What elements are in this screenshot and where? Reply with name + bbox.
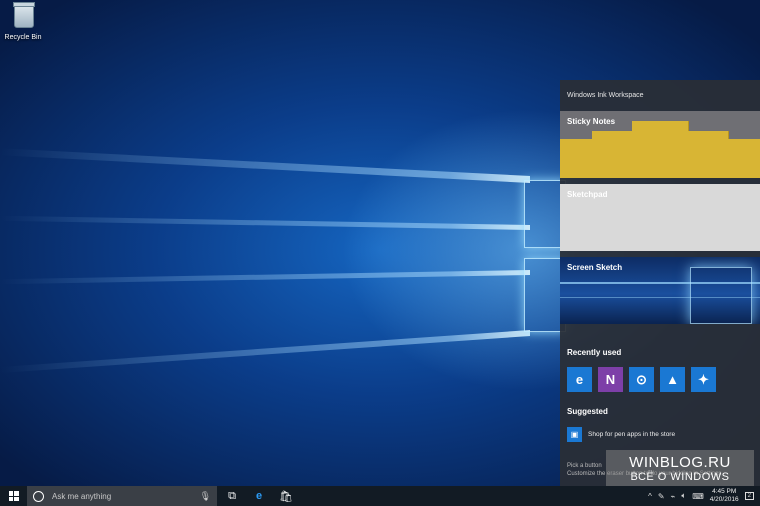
action-center-icon[interactable]: 2 [744,492,754,500]
light-beam [0,215,530,230]
chevron-up-icon[interactable]: ^ [648,492,652,501]
recycle-bin-icon [13,2,35,28]
sticky-notes-card[interactable]: Sticky Notes [560,111,760,178]
ink-workspace-title: Windows Ink Workspace [567,92,644,99]
light-beam [0,270,530,285]
store-icon: ▣ [567,427,582,442]
keyboard-icon[interactable]: ⌨ [692,492,704,501]
light-beam [0,148,530,183]
cortana-icon [33,490,44,502]
sticky-note [560,139,593,178]
network-icon[interactable]: ⌁ [671,492,676,501]
windows-logo-icon [8,491,19,501]
screen-thumbnail-pane [690,267,752,324]
store-suggestion-text: Shop for pen apps in the store [588,431,676,438]
recent-apps-list: e N ⊙ ▲ ✦ [567,367,716,392]
photos-app-button[interactable]: ▲ [660,367,685,392]
clock-time: 4:45 PM [712,488,737,495]
recently-used-heading: Recently used [567,348,622,357]
edge-app-button[interactable]: e [567,367,592,392]
taskbar: 🎙︎ ⧉ e 🛍︎ ^ ✎ ⌁ 🔈︎ ⌨ 4:45 PM 4/20/2016 2 [0,486,760,506]
edge-taskbar-button[interactable]: e [246,486,272,506]
search-input[interactable] [50,490,194,502]
clock-date: 4/20/2016 [709,496,739,503]
screen-sketch-label: Screen Sketch [567,263,623,272]
light-beam [0,330,530,374]
recycle-bin[interactable]: Recycle Bin [4,2,44,41]
pen-icon[interactable]: ✎ [658,492,665,501]
task-view-button[interactable]: ⧉ [219,486,245,506]
ink-workspace-panel: Windows Ink Workspace Sticky Notes Sketc… [560,80,760,486]
watermark-line2: ВСЁ О WINDOWS [630,471,730,483]
maps-app-button[interactable]: ⊙ [629,367,654,392]
sticky-note [728,139,760,178]
sticky-notes-label: Sticky Notes [567,117,616,126]
tips-app-button[interactable]: ✦ [691,367,716,392]
edge-icon: e [575,372,584,387]
edge-icon: e [255,490,263,502]
tips-icon: ✦ [698,372,709,387]
microphone-icon[interactable]: 🎙︎ [200,491,211,502]
start-button[interactable] [0,486,27,506]
suggested-heading: Suggested [567,407,608,416]
system-tray: ^ ✎ ⌁ 🔈︎ ⌨ 4:45 PM 4/20/2016 2 [648,486,760,506]
cortana-search-box[interactable]: 🎙︎ [27,486,217,506]
store-suggestion[interactable]: ▣ Shop for pen apps in the store [567,427,675,442]
store-icon: 🛍︎ [279,490,293,503]
photos-icon: ▲ [666,372,679,387]
store-taskbar-button[interactable]: 🛍︎ [273,486,299,506]
sticky-note [688,131,729,178]
sketchpad-label: Sketchpad [567,190,608,199]
sticky-note [592,131,633,178]
onenote-icon: N [605,372,616,387]
sticky-note [632,121,689,178]
screen-sketch-card[interactable]: Screen Sketch [560,257,760,324]
maps-icon: ⊙ [636,372,647,387]
clock[interactable]: 4:45 PM 4/20/2016 [710,488,739,504]
task-view-icon: ⧉ [228,489,236,502]
volume-icon[interactable]: 🔈︎ [681,491,686,501]
sketchpad-card[interactable]: Sketchpad [560,184,760,251]
watermark-line1: WINBLOG.RU [629,454,731,471]
recycle-bin-label: Recycle Bin [4,34,42,41]
onenote-app-button[interactable]: N [598,367,623,392]
